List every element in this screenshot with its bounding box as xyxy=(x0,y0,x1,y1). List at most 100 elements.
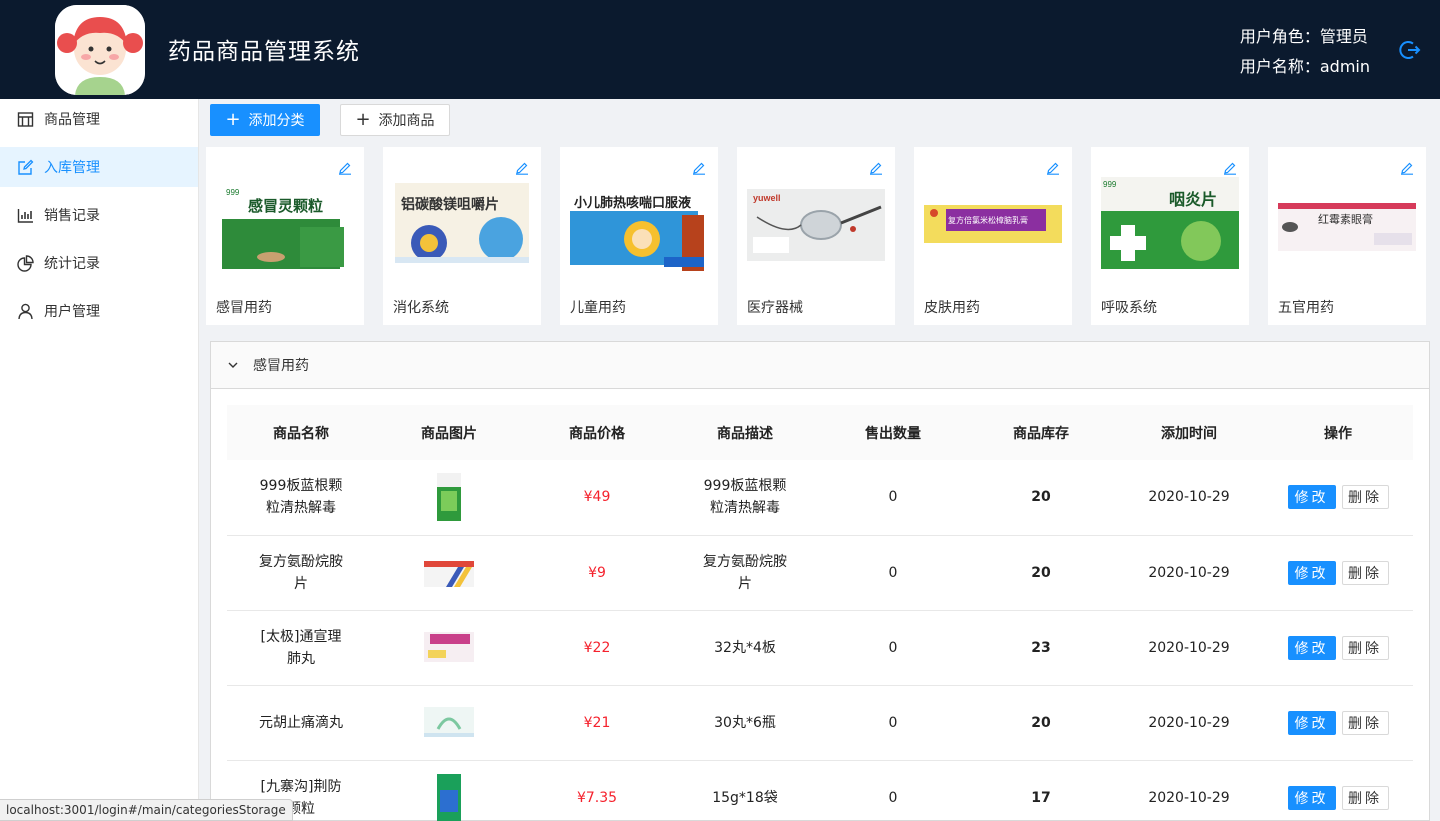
category-panel: 感冒用药 商品名称 商品图片 商品价格 商品描述 售出数量 商品库存 添加时间 … xyxy=(210,341,1430,821)
delete-button[interactable]: 删除 xyxy=(1341,560,1389,585)
table-header-row: 商品名称 商品图片 商品价格 商品描述 售出数量 商品库存 添加时间 操作 xyxy=(227,405,1413,460)
category-card[interactable]: 复方倍氯米松樟脑乳膏 皮肤用药 xyxy=(914,147,1072,325)
panel-header[interactable]: 感冒用药 xyxy=(211,342,1429,389)
pencil-icon[interactable] xyxy=(692,161,706,175)
category-card[interactable]: 999 咽炎片 呼吸系统 xyxy=(1091,147,1249,325)
product-name: 999板蓝根颗粒清热解毒 xyxy=(259,478,343,517)
product-name: [太极]通宣理肺丸 xyxy=(260,628,342,667)
category-card[interactable]: yuwell 医疗器械 xyxy=(737,147,895,325)
product-description: 999板蓝根颗粒清热解毒 xyxy=(703,478,787,517)
category-card[interactable]: 小儿肺热咳喘口服液 儿童用药 xyxy=(560,147,718,325)
product-thumbnail xyxy=(424,624,474,672)
sidebar-item-products[interactable]: 商品管理 xyxy=(0,99,198,139)
product-image-cell xyxy=(375,610,523,685)
product-description: 复方氨酚烷胺片 xyxy=(703,553,787,592)
category-label: 呼吸系统 xyxy=(1101,300,1157,316)
product-description: 32丸*4板 xyxy=(714,639,776,656)
sidebar-item-users[interactable]: 用户管理 xyxy=(0,291,198,331)
column-header: 操作 xyxy=(1324,425,1352,442)
delete-button[interactable]: 删除 xyxy=(1341,785,1389,810)
edit-button[interactable]: 修改 xyxy=(1287,710,1336,735)
pencil-icon[interactable] xyxy=(1223,161,1237,175)
svg-text:铝碳酸镁咀嚼片: 铝碳酸镁咀嚼片 xyxy=(401,196,499,213)
added-date: 2020-10-29 xyxy=(1148,639,1230,656)
sold-count: 0 xyxy=(888,639,898,656)
sidebar-item-statistics[interactable]: 统计记录 xyxy=(0,243,198,283)
stock-count: 20 xyxy=(1031,489,1051,506)
category-card[interactable]: 999 感冒灵颗粒 感冒用药 xyxy=(206,147,364,325)
product-image-cell xyxy=(375,535,523,610)
category-label: 消化系统 xyxy=(393,300,449,316)
user-info: 用户角色：管理员 用户名称：admin xyxy=(1240,22,1370,82)
bar-chart-icon xyxy=(16,206,34,224)
svg-text:yuwell: yuwell xyxy=(753,193,781,203)
added-date: 2020-10-29 xyxy=(1148,789,1230,806)
column-header: 商品描述 xyxy=(717,425,773,442)
edit-button[interactable]: 修改 xyxy=(1287,560,1336,585)
category-cards: 999 感冒灵颗粒 感冒用药 铝碳酸镁咀嚼片 消化系统 小儿肺热咳喘口服液 儿童… xyxy=(206,147,1436,325)
edit-button[interactable]: 修改 xyxy=(1287,485,1336,510)
product-price: ¥22 xyxy=(583,639,611,656)
category-image-respiratory: 999 咽炎片 xyxy=(1101,177,1239,277)
app-title: 药品商品管理系统 xyxy=(168,39,360,65)
delete-button[interactable]: 删除 xyxy=(1341,635,1389,660)
svg-text:感冒灵颗粒: 感冒灵颗粒 xyxy=(248,197,323,215)
sold-count: 0 xyxy=(888,714,898,731)
pencil-icon[interactable] xyxy=(515,161,529,175)
svg-text:复方倍氯米松樟脑乳膏: 复方倍氯米松樟脑乳膏 xyxy=(948,215,1028,225)
shop-icon xyxy=(16,110,34,128)
edit-button[interactable]: 修改 xyxy=(1287,785,1336,810)
edit-button[interactable]: 修改 xyxy=(1287,635,1336,660)
sidebar-item-storage[interactable]: 入库管理 xyxy=(0,147,198,187)
category-image-skin: 复方倍氯米松樟脑乳膏 xyxy=(924,177,1062,277)
pencil-icon[interactable] xyxy=(1046,161,1060,175)
plus-icon: + xyxy=(355,109,371,130)
product-price: ¥21 xyxy=(583,714,611,731)
sidebar-item-label: 入库管理 xyxy=(44,160,100,176)
product-image-cell xyxy=(375,460,523,535)
pencil-icon[interactable] xyxy=(869,161,883,175)
svg-text:小儿肺热咳喘口服液: 小儿肺热咳喘口服液 xyxy=(574,195,691,211)
category-image-ent: 红霉素眼膏 xyxy=(1278,177,1416,277)
stock-count: 17 xyxy=(1031,789,1051,806)
edit-icon xyxy=(16,158,34,176)
actions-cell: 修改 删除 xyxy=(1263,535,1413,610)
sidebar-item-label: 统计记录 xyxy=(44,256,100,272)
logout-icon[interactable] xyxy=(1398,38,1422,62)
column-header: 商品图片 xyxy=(421,425,477,442)
table-row: 元胡止痛滴丸 ¥21 30丸*6瓶 0 20 2020-10-29 修改 删除 xyxy=(227,685,1413,760)
browser-status-url: localhost:3001/login#/main/categoriesSto… xyxy=(0,799,293,821)
sidebar-item-sales[interactable]: 销售记录 xyxy=(0,195,198,235)
category-image-children: 小儿肺热咳喘口服液 xyxy=(570,177,708,277)
user-role: 用户角色：管理员 xyxy=(1239,27,1368,46)
add-category-button[interactable]: + 添加分类 xyxy=(210,104,320,136)
added-date: 2020-10-29 xyxy=(1148,564,1230,581)
panel-title: 感冒用药 xyxy=(253,358,309,374)
add-product-button[interactable]: + 添加商品 xyxy=(340,104,450,136)
table-row: [九寨沟]荆防颗粒 ¥7.35 15g*18袋 0 17 2020-10-29 … xyxy=(227,760,1413,821)
delete-button[interactable]: 删除 xyxy=(1341,710,1389,735)
column-header: 添加时间 xyxy=(1161,425,1217,442)
category-label: 皮肤用药 xyxy=(924,300,980,316)
product-name: 复方氨酚烷胺片 xyxy=(259,553,343,592)
product-thumbnail xyxy=(424,549,474,597)
product-description: 30丸*6瓶 xyxy=(714,714,776,731)
category-card[interactable]: 红霉素眼膏 五官用药 xyxy=(1268,147,1426,325)
sidebar-item-label: 销售记录 xyxy=(44,208,100,224)
pencil-icon[interactable] xyxy=(338,161,352,175)
product-description: 15g*18袋 xyxy=(712,789,778,806)
table-row: 999板蓝根颗粒清热解毒 ¥49 999板蓝根颗粒清热解毒 0 20 2020-… xyxy=(227,460,1413,535)
product-name: 元胡止痛滴丸 xyxy=(259,714,343,731)
pencil-icon[interactable] xyxy=(1400,161,1414,175)
product-price: ¥49 xyxy=(583,489,611,506)
sold-count: 0 xyxy=(888,564,898,581)
svg-text:咽炎片: 咽炎片 xyxy=(1169,190,1217,209)
category-image-digestive: 铝碳酸镁咀嚼片 xyxy=(393,177,531,277)
column-header: 商品库存 xyxy=(1013,425,1069,442)
delete-button[interactable]: 删除 xyxy=(1341,485,1389,510)
category-label: 儿童用药 xyxy=(570,300,626,316)
product-price: ¥7.35 xyxy=(576,789,618,806)
sold-count: 0 xyxy=(888,789,898,806)
category-label: 感冒用药 xyxy=(216,300,272,316)
category-card[interactable]: 铝碳酸镁咀嚼片 消化系统 xyxy=(383,147,541,325)
